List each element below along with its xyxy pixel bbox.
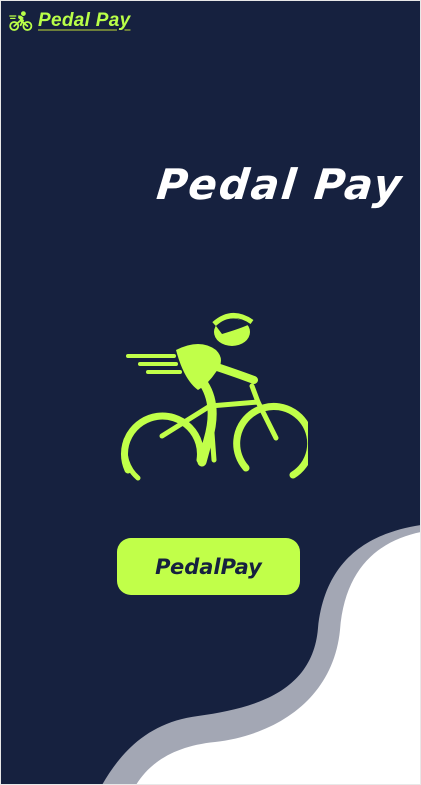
cyclist-icon	[8, 10, 34, 32]
header-brand-name: Pedal Pay	[38, 10, 131, 31]
app-header: Pedal Pay	[8, 10, 130, 32]
splash-screen: Pedal Pay Pedal Pay PedalPay	[0, 0, 421, 785]
pedalpay-button-label: PedalPay	[155, 554, 262, 579]
cyclist-illustration	[118, 310, 315, 490]
cyclist-icon	[120, 313, 315, 481]
pedalpay-button[interactable]: PedalPay	[117, 538, 300, 595]
hero-title: Pedal Pay	[154, 160, 406, 209]
